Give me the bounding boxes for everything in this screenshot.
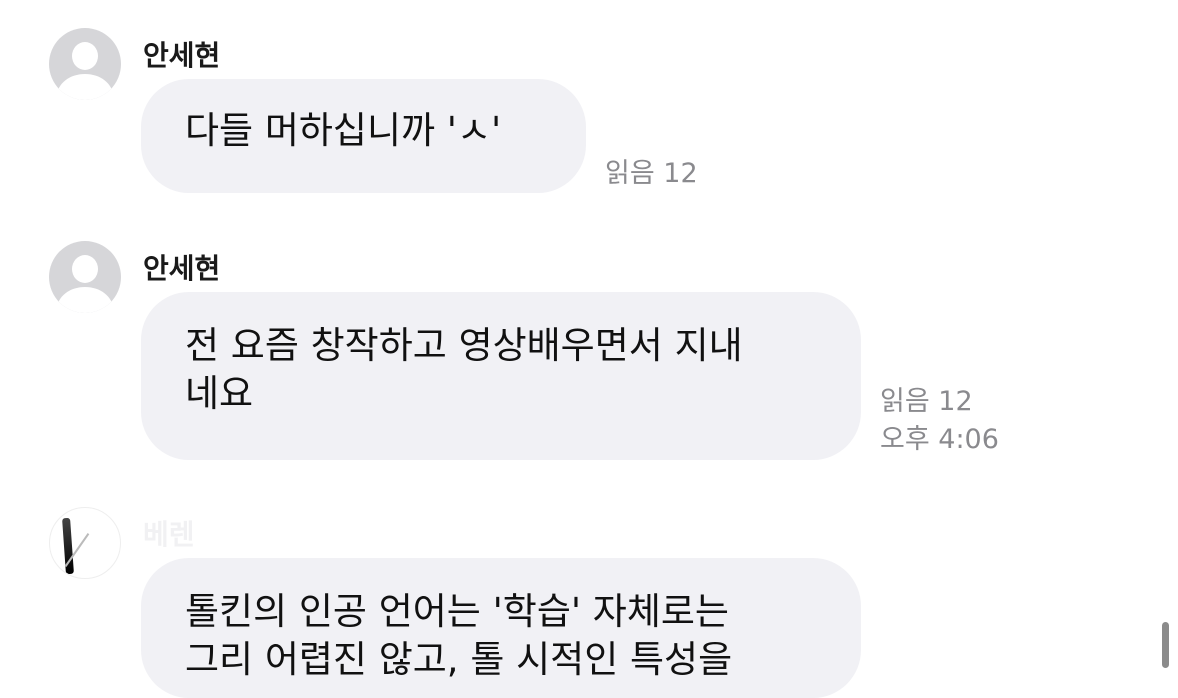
sender-name[interactable]: 베렌	[143, 513, 195, 553]
sender-name[interactable]: 안세현	[143, 247, 220, 287]
sender-name[interactable]: 안세현	[143, 34, 220, 74]
timestamp: 오후 4:06	[880, 424, 999, 455]
sender-avatar[interactable]	[49, 241, 121, 313]
default-avatar-icon	[72, 255, 98, 283]
read-count: 읽음 12	[605, 158, 698, 189]
message-bubble[interactable]: 톨킨의 인공 언어는 '학습' 자체로는 그리 어렵진 않고, 톨 시적인 특성…	[141, 558, 861, 698]
message-bubble[interactable]: 전 요즘 창작하고 영상배우면서 지내 네요	[141, 292, 861, 460]
default-avatar-icon	[72, 42, 98, 70]
sender-avatar[interactable]	[49, 507, 121, 579]
message-bubble[interactable]: 다들 머하십니까 'ㅅ'	[141, 79, 586, 193]
read-count: 읽음 12	[880, 386, 973, 417]
sender-avatar[interactable]	[49, 28, 121, 100]
scrollbar[interactable]	[1162, 622, 1169, 668]
